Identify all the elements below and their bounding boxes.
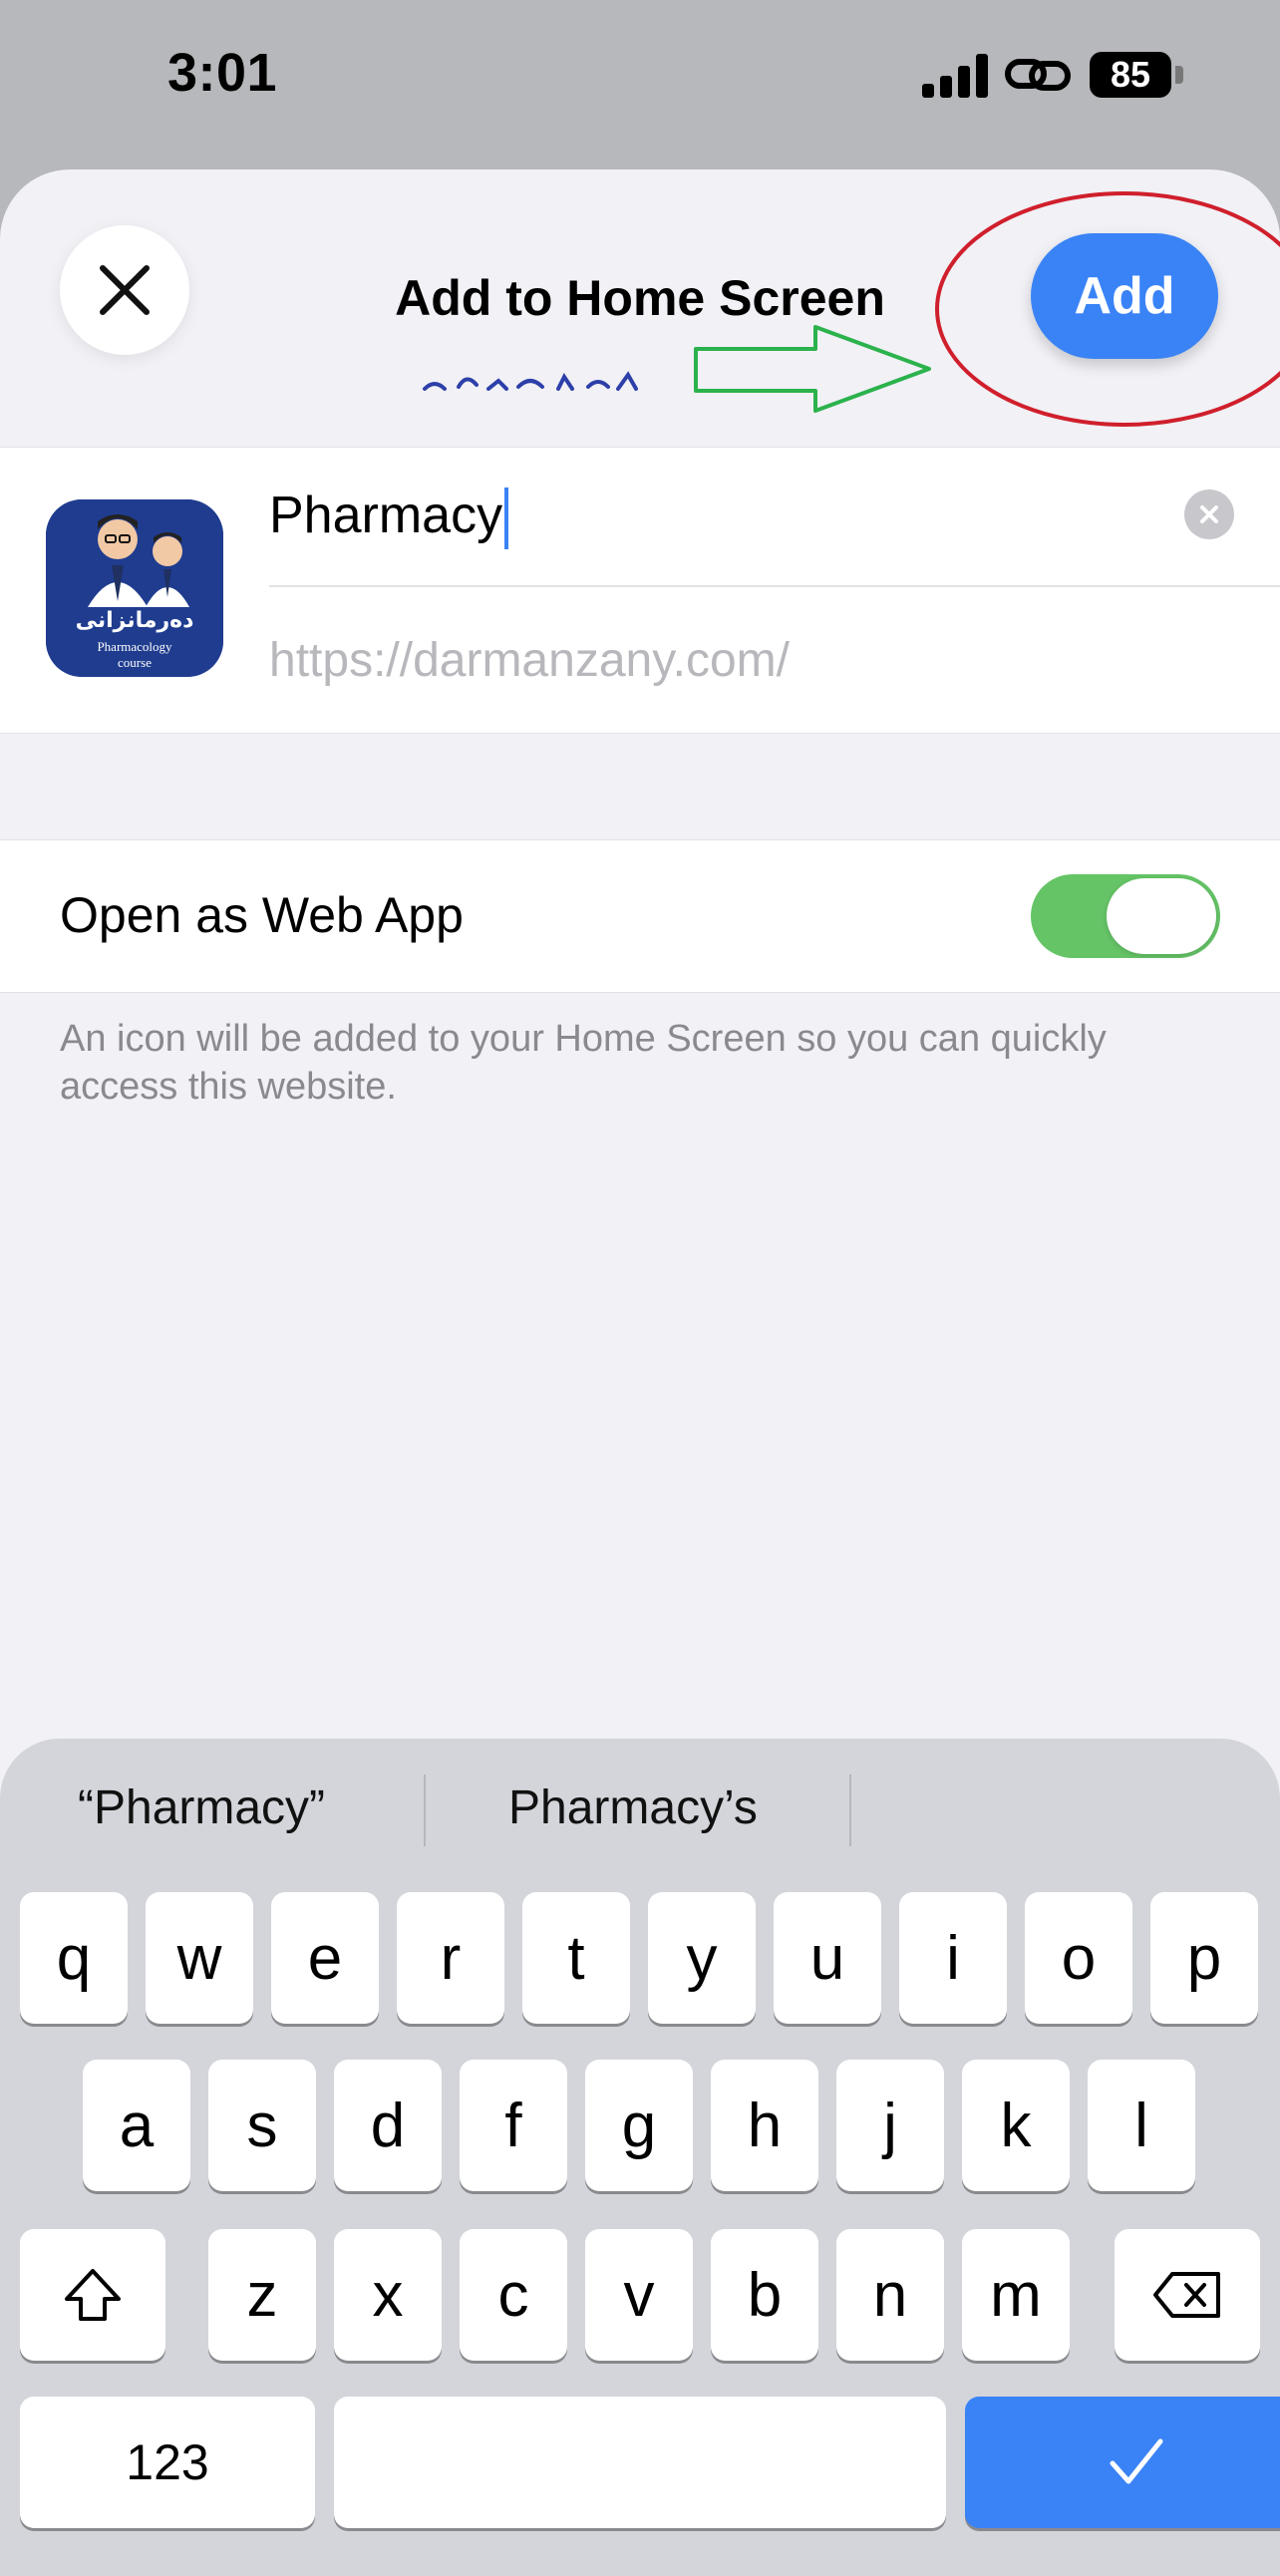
suggestion-1[interactable]: “Pharmacy” bbox=[78, 1780, 325, 1835]
key-h[interactable]: h bbox=[711, 2060, 818, 2191]
helper-text: An icon will be added to your Home Scree… bbox=[60, 1018, 1107, 1108]
key-i[interactable]: i bbox=[899, 1892, 1007, 2024]
toggle-knob bbox=[1107, 878, 1216, 954]
status-bar: 3:01 85 bbox=[0, 0, 1280, 150]
add-button[interactable]: Add bbox=[1031, 233, 1218, 359]
annotation-arrow bbox=[694, 325, 931, 413]
key-u[interactable]: u bbox=[774, 1892, 881, 2024]
key-y[interactable]: y bbox=[648, 1892, 756, 2024]
key-f[interactable]: f bbox=[460, 2060, 567, 2191]
clear-icon bbox=[1200, 505, 1218, 523]
key-j[interactable]: j bbox=[836, 2060, 944, 2191]
key-t[interactable]: t bbox=[522, 1892, 630, 2024]
space-key[interactable] bbox=[334, 2397, 946, 2528]
keyboard: “Pharmacy” Pharmacy’s q w e r t y u i o … bbox=[0, 1739, 1280, 2576]
key-r[interactable]: r bbox=[397, 1892, 504, 2024]
key-e[interactable]: e bbox=[271, 1892, 379, 2024]
shift-icon bbox=[65, 2269, 121, 2321]
bookmark-card: دەرمانزانی Pharmacology course Pharmacy … bbox=[0, 447, 1280, 734]
cellular-signal-icon bbox=[922, 52, 988, 98]
checkmark-icon bbox=[1110, 2438, 1163, 2484]
key-l[interactable]: l bbox=[1088, 2060, 1195, 2191]
key-w[interactable]: w bbox=[146, 1892, 253, 2024]
icon-en-text-1: Pharmacology bbox=[97, 639, 172, 654]
done-key[interactable] bbox=[965, 2397, 1280, 2528]
handwritten-scribble bbox=[423, 371, 638, 391]
suggestion-2[interactable]: Pharmacy’s bbox=[508, 1780, 758, 1835]
key-m[interactable]: m bbox=[962, 2229, 1070, 2361]
web-app-toggle[interactable] bbox=[1031, 874, 1220, 958]
numbers-key[interactable]: 123 bbox=[20, 2397, 315, 2528]
web-app-label: Open as Web App bbox=[60, 887, 464, 943]
shift-key[interactable] bbox=[20, 2229, 165, 2361]
link-icon bbox=[1005, 59, 1071, 91]
key-p[interactable]: p bbox=[1150, 1892, 1258, 2024]
key-k[interactable]: k bbox=[962, 2060, 1070, 2191]
key-z[interactable]: z bbox=[208, 2229, 316, 2361]
key-s[interactable]: s bbox=[208, 2060, 316, 2191]
battery-percent: 85 bbox=[1110, 54, 1151, 95]
key-n[interactable]: n bbox=[836, 2229, 944, 2361]
key-o[interactable]: o bbox=[1025, 1892, 1132, 2024]
bookmark-url: https://darmanzany.com/ bbox=[269, 634, 790, 687]
clear-text-button[interactable] bbox=[1184, 489, 1234, 539]
battery-icon: 85 bbox=[1090, 52, 1185, 98]
suggestion-separator bbox=[849, 1774, 851, 1846]
bookmark-name-input[interactable]: Pharmacy bbox=[269, 485, 509, 550]
website-app-icon: دەرمانزانی Pharmacology course bbox=[46, 499, 223, 677]
key-q[interactable]: q bbox=[20, 1892, 128, 2024]
key-g[interactable]: g bbox=[585, 2060, 693, 2191]
key-c[interactable]: c bbox=[460, 2229, 567, 2361]
field-divider bbox=[269, 585, 1280, 587]
icon-arabic-text: دەرمانزانی bbox=[75, 607, 194, 632]
key-b[interactable]: b bbox=[711, 2229, 818, 2361]
backspace-icon bbox=[1153, 2272, 1220, 2318]
suggestion-separator bbox=[424, 1774, 426, 1846]
text-caret bbox=[504, 487, 509, 550]
icon-en-text-2: course bbox=[118, 655, 152, 670]
web-app-row: Open as Web App bbox=[0, 839, 1280, 993]
key-x[interactable]: x bbox=[334, 2229, 442, 2361]
key-v[interactable]: v bbox=[585, 2229, 693, 2361]
key-d[interactable]: d bbox=[334, 2060, 442, 2191]
delete-key[interactable] bbox=[1115, 2229, 1260, 2361]
status-time: 3:01 bbox=[167, 43, 278, 103]
bookmark-name-value: Pharmacy bbox=[269, 486, 503, 544]
key-a[interactable]: a bbox=[83, 2060, 190, 2191]
